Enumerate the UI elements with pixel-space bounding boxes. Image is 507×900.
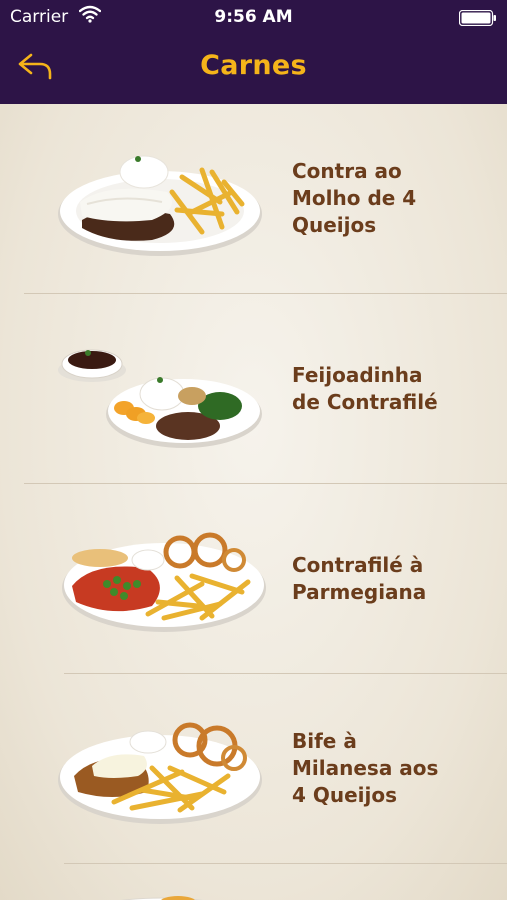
item-name: Contrafilé à Parmegiana: [292, 553, 427, 604]
nav-bar: Carnes: [0, 34, 507, 104]
dish-photo: [121, 896, 203, 900]
list-item[interactable]: Bife à Milanesa aos 4 Queijos: [0, 674, 507, 864]
menu-list: Contra ao Molho de 4 Queijos Feijoadinha…: [0, 104, 507, 900]
battery-icon: [459, 10, 496, 26]
status-time: 9:56 AM: [214, 7, 293, 27]
top-bar: Carrier 9:56 AM Carnes: [0, 0, 507, 104]
item-name: Feijoadinha de Contrafilé: [292, 363, 438, 414]
list-item[interactable]: Contra ao Molho de 4 Queijos: [0, 104, 507, 294]
page-title: Carnes: [200, 50, 307, 81]
dish-photo: [58, 155, 262, 256]
list-item[interactable]: Feijoadinha de Contrafilé: [0, 294, 507, 484]
list-item[interactable]: [0, 864, 507, 900]
list-item[interactable]: Contrafilé à Parmegiana: [0, 484, 507, 674]
dish-photo: [58, 722, 262, 824]
dish-photo: [58, 349, 262, 448]
dish-photo: [62, 532, 266, 632]
item-name: Bife à Milanesa aos 4 Queijos: [292, 729, 439, 807]
item-name: Contra ao Molho de 4 Queijos: [292, 159, 417, 237]
status-bar: Carrier 9:56 AM: [0, 0, 507, 34]
